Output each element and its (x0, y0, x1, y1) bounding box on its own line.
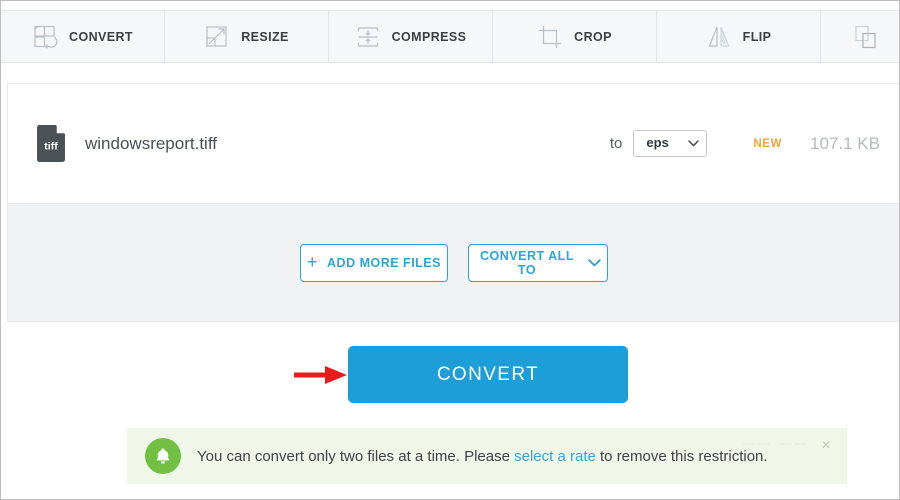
crop-icon (537, 24, 563, 50)
tab-flip[interactable]: FLIP (657, 11, 821, 62)
notification-text-after: to remove this restriction. (596, 448, 768, 465)
tab-rotate[interactable] (821, 11, 900, 62)
flip-icon (706, 24, 732, 50)
tab-convert-label: CONVERT (69, 30, 133, 44)
tab-compress-label: COMPRESS (392, 30, 467, 44)
tab-resize-label: RESIZE (241, 30, 289, 44)
tab-crop-label: CROP (574, 30, 612, 44)
rotate-icon (853, 24, 879, 50)
convert-button-label: CONVERT (437, 364, 539, 386)
red-arrow-annotation (293, 363, 349, 387)
notification-text-before: You can convert only two files at a time… (197, 448, 514, 465)
convert-button[interactable]: CONVERT (348, 346, 628, 403)
tab-crop[interactable]: CROP (493, 11, 657, 62)
new-badge: NEW (753, 138, 782, 150)
file-row: tiff windowsreport.tiff to epsjpgpngpdfg… (8, 84, 900, 203)
compress-icon (355, 24, 381, 50)
format-select[interactable]: epsjpgpngpdfgifbmpwebpsvg (633, 130, 707, 156)
chevron-down-icon (588, 259, 601, 267)
close-icon[interactable]: × (817, 437, 835, 455)
resize-icon (204, 24, 230, 50)
tiff-file-icon: tiff (34, 124, 68, 164)
notification-bar: You can convert only two files at a time… (127, 428, 847, 484)
notification-message: You can convert only two files at a time… (197, 448, 768, 465)
app-viewport: CONVERT RESIZE (0, 0, 900, 500)
tab-compress[interactable]: COMPRESS (329, 11, 493, 62)
notification-watermark: —— —— (743, 436, 809, 450)
plus-icon: + (307, 253, 318, 271)
tab-convert[interactable]: CONVERT (1, 11, 165, 62)
to-label: to (610, 135, 623, 152)
bulk-actions-band: + ADD MORE FILES CONVERT ALL TO (7, 203, 900, 322)
file-row-controls: to epsjpgpngpdfgifbmpwebpsvg NEW 107.1 K… (610, 84, 880, 203)
convert-icon (32, 24, 58, 50)
tab-resize[interactable]: RESIZE (165, 11, 329, 62)
bell-icon (145, 438, 181, 474)
add-more-files-label: ADD MORE FILES (327, 256, 441, 270)
svg-text:tiff: tiff (44, 140, 58, 152)
tab-flip-label: FLIP (743, 30, 772, 44)
convert-all-to-button[interactable]: CONVERT ALL TO (468, 244, 608, 282)
file-size-label: 107.1 KB (810, 134, 880, 154)
file-name-label: windowsreport.tiff (85, 134, 217, 154)
add-more-files-button[interactable]: + ADD MORE FILES (300, 244, 448, 282)
tool-tabs-bar: CONVERT RESIZE (1, 10, 900, 63)
convert-all-to-label: CONVERT ALL TO (475, 249, 579, 277)
format-select-wrapper: epsjpgpngpdfgifbmpwebpsvg (633, 130, 707, 156)
select-a-rate-link[interactable]: select a rate (514, 448, 596, 465)
file-list-card: tiff windowsreport.tiff to epsjpgpngpdfg… (7, 83, 900, 203)
